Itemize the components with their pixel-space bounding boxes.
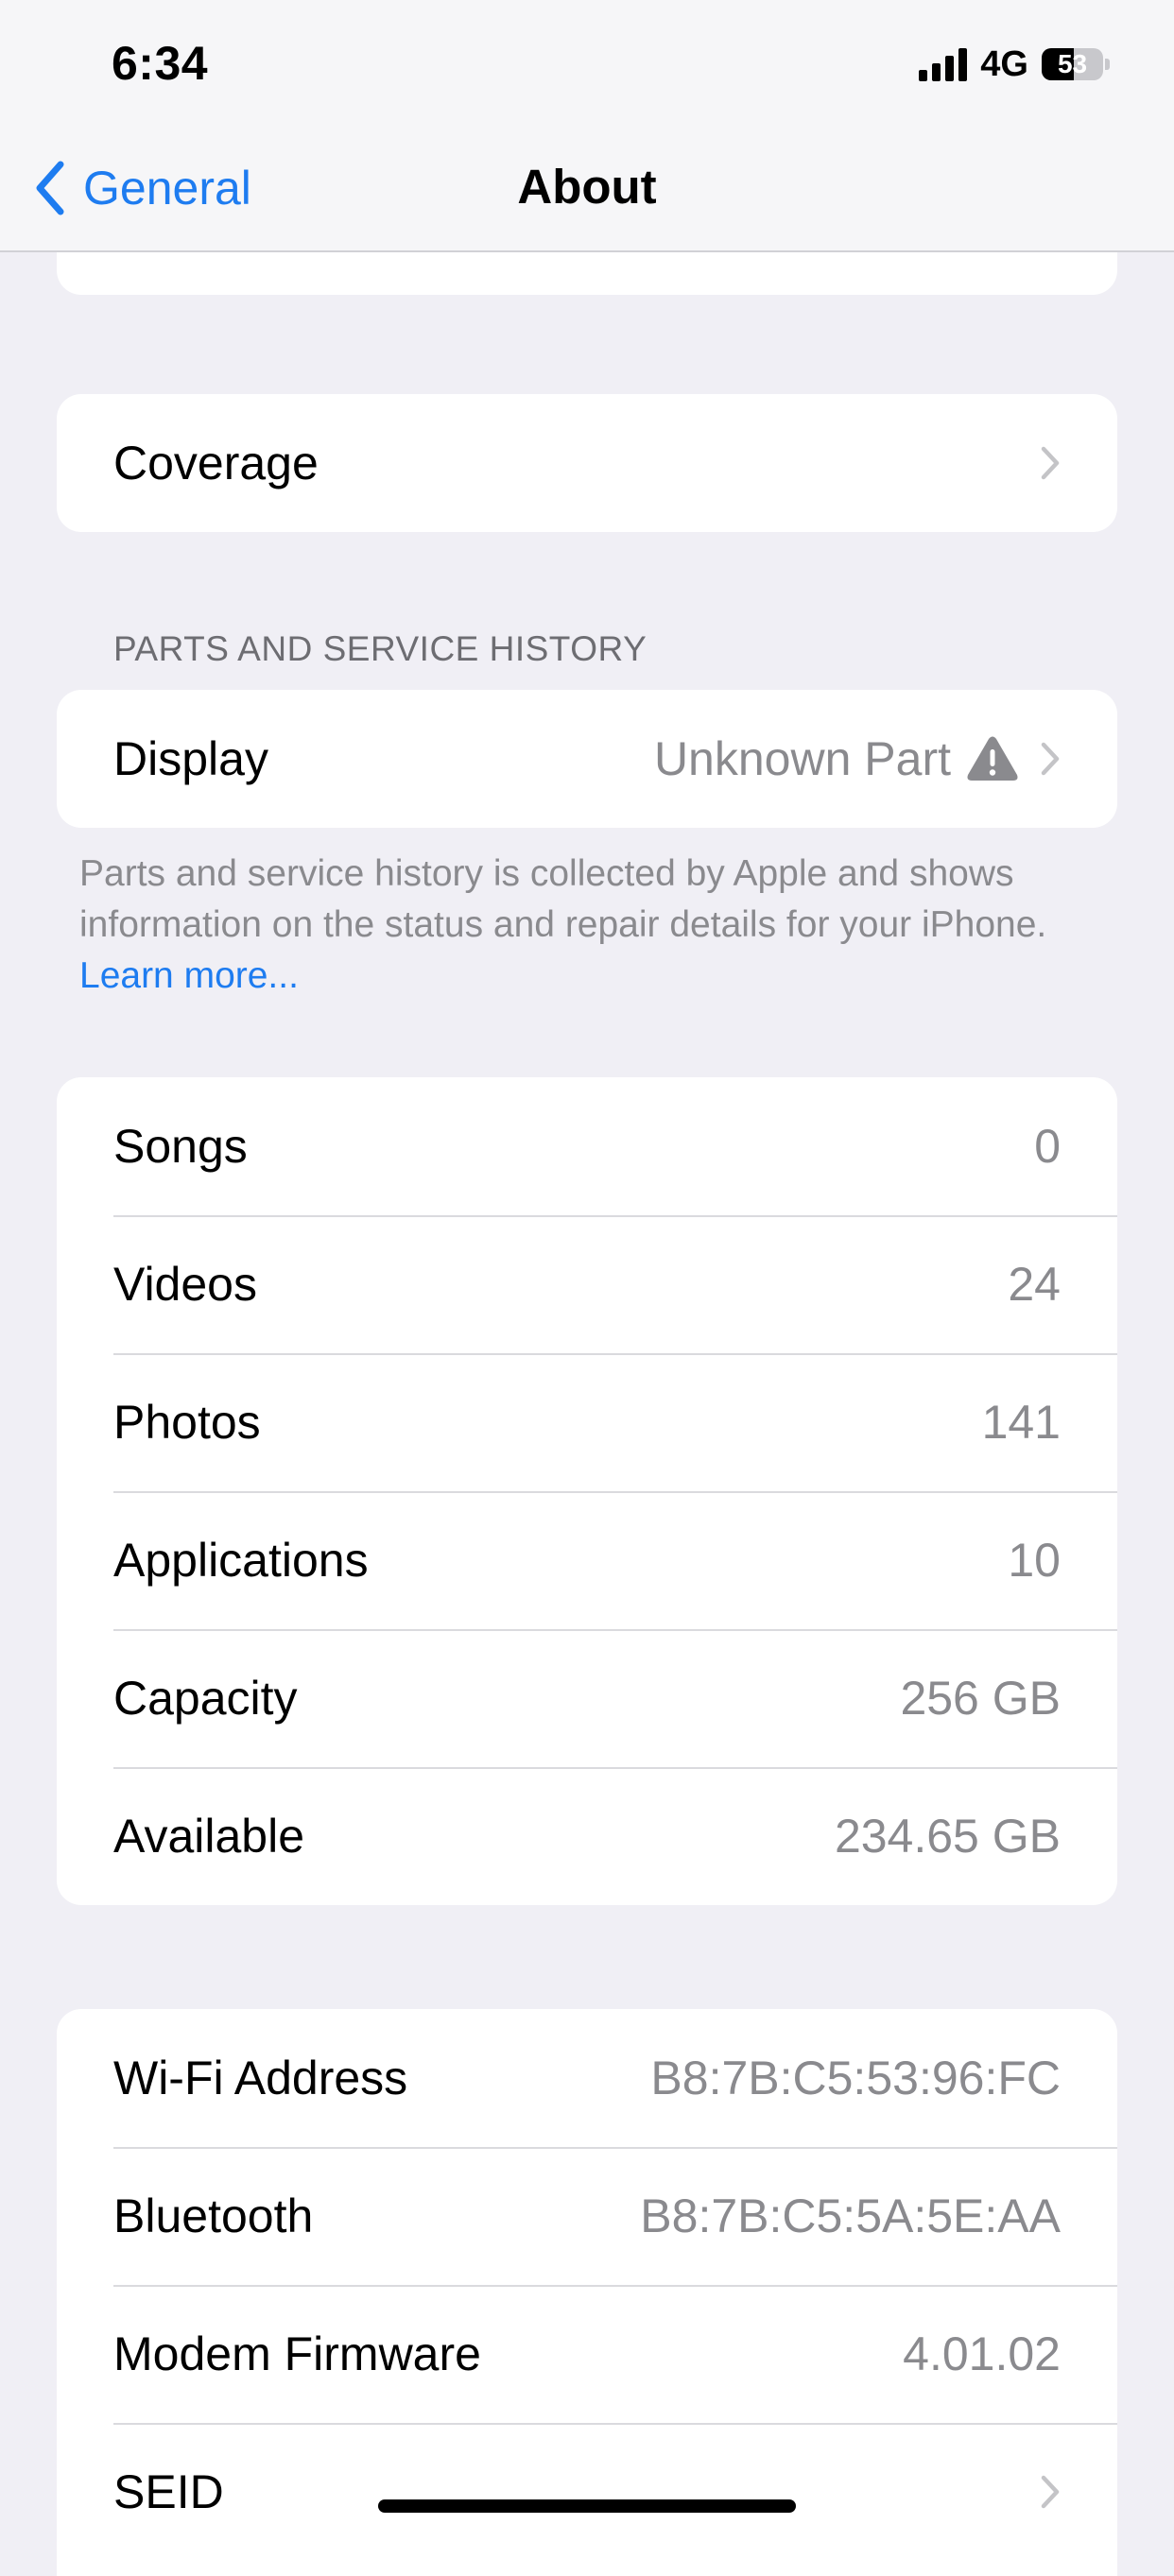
chevron-right-icon bbox=[1040, 741, 1061, 777]
coverage-group: Coverage bbox=[57, 394, 1117, 532]
battery-level: 53 bbox=[1057, 49, 1088, 78]
warning-triangle-icon bbox=[966, 735, 1019, 782]
songs-value: 0 bbox=[1034, 1120, 1061, 1173]
seid-row[interactable]: SEID bbox=[57, 2423, 1117, 2561]
parts-section-header: PARTS AND SERVICE HISTORY bbox=[113, 629, 647, 668]
list-item: Modem Firmware 4.01.02 bbox=[57, 2285, 1117, 2423]
parts-group: Display Unknown Part bbox=[57, 690, 1117, 828]
list-item: Bluetooth B8:7B:C5:5A:5E:AA bbox=[57, 2147, 1117, 2285]
list-item: Videos 24 bbox=[57, 1215, 1117, 1353]
learn-more-link[interactable]: Learn more... bbox=[79, 955, 299, 996]
home-indicator[interactable] bbox=[378, 2499, 796, 2513]
battery-icon: 53 bbox=[1042, 47, 1110, 81]
modem-firmware-label: Modem Firmware bbox=[113, 2327, 481, 2380]
status-indicators: 4G 53 bbox=[919, 43, 1110, 85]
network-info-group: Wi-Fi Address B8:7B:C5:53:96:FC Bluetoot… bbox=[57, 2009, 1117, 2576]
capacity-value: 256 GB bbox=[900, 1672, 1061, 1725]
available-label: Available bbox=[113, 1810, 305, 1863]
chevron-right-icon bbox=[1040, 445, 1061, 481]
photos-label: Photos bbox=[113, 1396, 261, 1449]
wifi-address-value: B8:7B:C5:53:96:FC bbox=[650, 2052, 1061, 2104]
videos-value: 24 bbox=[1008, 1258, 1061, 1311]
list-item: Available 234.65 GB bbox=[57, 1767, 1117, 1905]
wifi-address-label: Wi-Fi Address bbox=[113, 2052, 408, 2104]
coverage-label: Coverage bbox=[113, 437, 319, 489]
parts-footnote: Parts and service history is collected b… bbox=[79, 849, 1100, 1002]
coverage-row[interactable]: Coverage bbox=[57, 394, 1117, 532]
available-value: 234.65 GB bbox=[834, 1810, 1061, 1863]
display-value: Unknown Part bbox=[653, 732, 951, 785]
display-label: Display bbox=[113, 732, 268, 785]
capacity-label: Capacity bbox=[113, 1672, 298, 1725]
chevron-right-icon bbox=[1040, 2474, 1061, 2510]
bluetooth-label: Bluetooth bbox=[113, 2190, 314, 2242]
status-time: 6:34 bbox=[112, 37, 209, 90]
display-row[interactable]: Display Unknown Part bbox=[57, 690, 1117, 828]
list-item: Applications 10 bbox=[57, 1491, 1117, 1629]
applications-label: Applications bbox=[113, 1534, 369, 1587]
cellular-signal-icon bbox=[919, 47, 968, 81]
list-item: Photos 141 bbox=[57, 1353, 1117, 1491]
media-group: Songs 0 Videos 24 Photos 141 Application… bbox=[57, 1077, 1117, 1905]
list-item: Songs 0 bbox=[57, 1077, 1117, 1215]
page-title: About bbox=[517, 160, 657, 214]
videos-label: Videos bbox=[113, 1258, 257, 1311]
navigation-header: 6:34 4G 53 General About bbox=[0, 0, 1174, 252]
applications-value: 10 bbox=[1008, 1534, 1061, 1587]
network-type: 4G bbox=[980, 43, 1028, 84]
modem-firmware-value: 4.01.02 bbox=[903, 2327, 1061, 2380]
list-item: Capacity 256 GB bbox=[57, 1629, 1117, 1767]
bluetooth-value: B8:7B:C5:5A:5E:AA bbox=[640, 2190, 1061, 2242]
parts-footnote-text: Parts and service history is collected b… bbox=[79, 853, 1047, 945]
list-item: Wi-Fi Address B8:7B:C5:53:96:FC bbox=[57, 2009, 1117, 2147]
songs-label: Songs bbox=[113, 1120, 248, 1173]
photos-value: 141 bbox=[981, 1396, 1061, 1449]
